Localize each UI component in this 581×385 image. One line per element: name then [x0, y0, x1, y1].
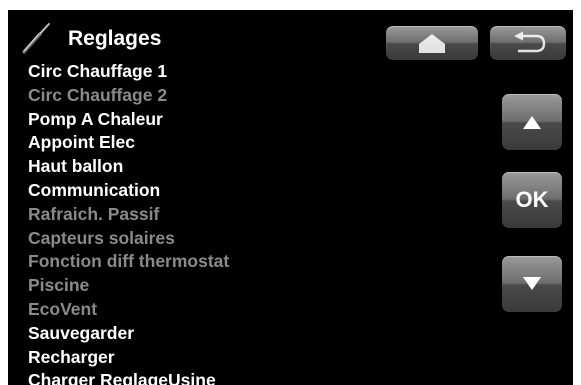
- back-arrow-icon: [514, 31, 546, 53]
- ok-button[interactable]: OK: [502, 172, 562, 228]
- menu-item[interactable]: Communication: [28, 179, 229, 203]
- menu-item: Fonction diff thermostat: [28, 251, 230, 272]
- up-button[interactable]: [502, 94, 562, 150]
- ok-button-label: OK: [515, 187, 549, 212]
- menu-item: Piscine: [28, 275, 90, 296]
- menu-item[interactable]: Sauvegarder: [28, 322, 229, 346]
- menu-item: Capteurs solaires: [28, 227, 175, 248]
- settings-menu: Circ Chauffage 1 Circ Chauffage 2 Pomp A C…: [28, 60, 229, 385]
- menu-item[interactable]: Recharger: [28, 346, 229, 370]
- menu-item[interactable]: Pomp A Chaleur: [28, 108, 229, 132]
- menu-item[interactable]: Appoint Elec: [28, 131, 229, 155]
- menu-item: Rafraich. Passif: [28, 203, 160, 224]
- menu-item[interactable]: Haut ballon: [28, 155, 229, 179]
- down-arrow-icon: [523, 277, 541, 290]
- screwdriver-icon: [22, 23, 50, 54]
- menu-item[interactable]: Circ Chauffage 1: [28, 60, 229, 84]
- up-arrow-icon: [523, 116, 541, 129]
- menu-item: EcoVent: [28, 298, 98, 319]
- menu-item[interactable]: Charger ReglageUsine: [28, 369, 229, 385]
- home-button[interactable]: [386, 26, 478, 60]
- down-button[interactable]: [502, 256, 562, 312]
- back-button[interactable]: [490, 26, 566, 60]
- menu-item: Circ Chauffage 2: [28, 84, 168, 105]
- home-icon: [419, 34, 445, 53]
- display-screen: Reglages Circ Chauffage 1 Circ Chauffage …: [8, 10, 573, 385]
- page-title: Reglages: [68, 27, 162, 50]
